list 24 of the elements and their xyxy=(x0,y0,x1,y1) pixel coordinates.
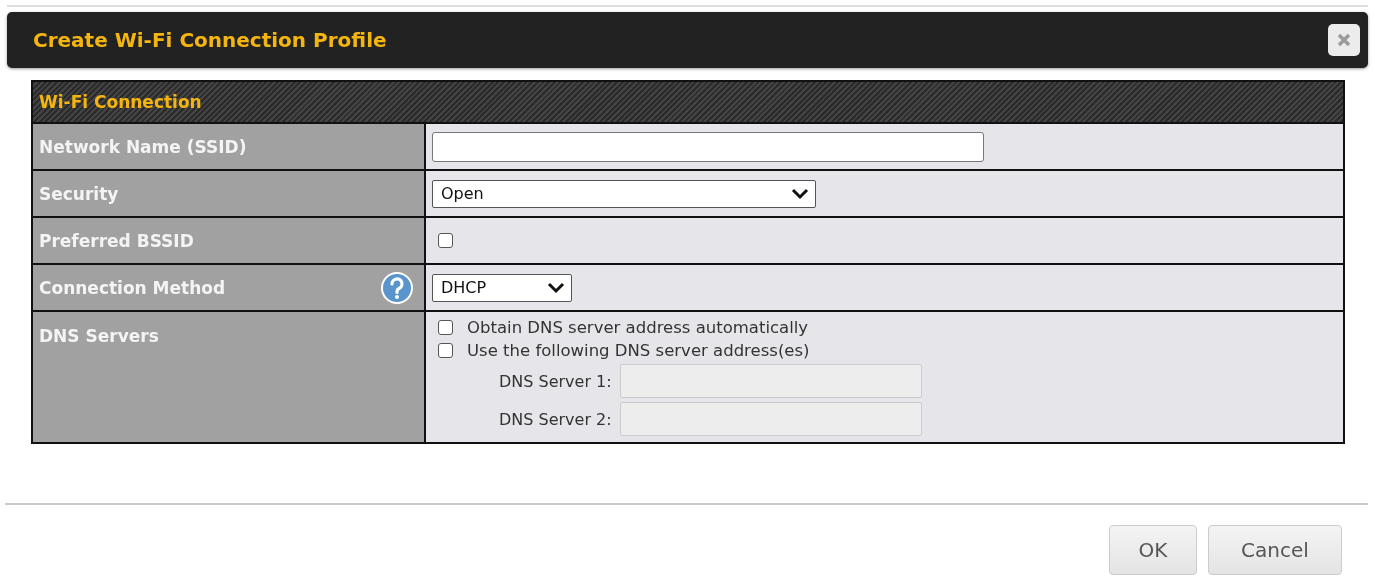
checkbox-label: Use the following DNS server address(es) xyxy=(467,341,810,360)
ssid-input-field[interactable] xyxy=(432,131,984,162)
chevron-down-icon xyxy=(547,281,565,294)
checkbox[interactable] xyxy=(438,343,453,358)
dns-server-label: DNS Server 2: xyxy=(499,409,612,429)
field-label: Preferred BSSID xyxy=(39,230,194,251)
dropdown[interactable]: Open xyxy=(432,179,816,208)
field-label: Connection Method xyxy=(39,277,226,298)
dialog-button[interactable]: OK xyxy=(1109,525,1197,575)
close-button[interactable] xyxy=(1328,24,1360,56)
field-label: Network Name (SSID) xyxy=(39,136,247,157)
chevron-down-icon xyxy=(791,187,809,200)
dialog-button[interactable]: Cancel xyxy=(1208,525,1342,575)
dialog-title: Create Wi-Fi Connection Profile xyxy=(33,28,387,52)
dns-server-label: DNS Server 1: xyxy=(499,371,612,391)
help-icon[interactable] xyxy=(380,270,414,305)
checkbox[interactable] xyxy=(438,233,453,248)
checkbox[interactable] xyxy=(438,320,453,335)
dropdown[interactable]: DHCP xyxy=(432,273,572,302)
field-label: Security xyxy=(39,183,119,204)
checkbox-label: Obtain DNS server address automatically xyxy=(467,318,809,337)
section-header: Wi-Fi Connection xyxy=(33,82,1343,122)
field-label: DNS Servers xyxy=(39,326,159,346)
close-icon xyxy=(1337,33,1351,47)
